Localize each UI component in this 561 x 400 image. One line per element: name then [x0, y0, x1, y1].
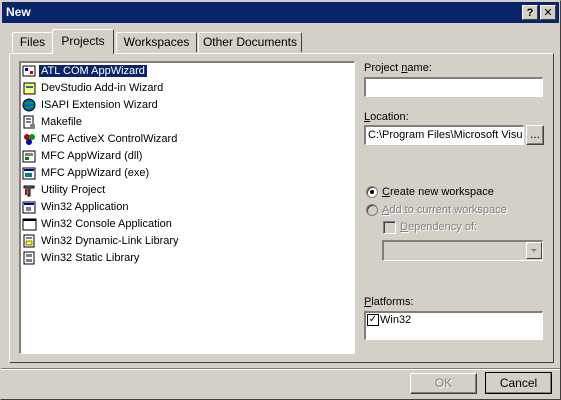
platforms-label: Platforms:: [364, 296, 414, 308]
devstudio-addin-icon: [23, 82, 36, 95]
list-item[interactable]: Win32 Application: [21, 199, 354, 216]
tab-workspaces[interactable]: Workspaces: [116, 32, 197, 52]
location-label: Location:: [364, 111, 409, 123]
browse-button[interactable]: ...: [526, 125, 544, 145]
project-type-list[interactable]: ATL COM AppWizard DevStudio Add-in Wizar…: [19, 61, 355, 354]
win32-app-icon: [22, 201, 36, 214]
close-button[interactable]: ✕: [540, 5, 556, 20]
list-item[interactable]: ATL COM AppWizard: [21, 63, 354, 80]
makefile-icon: [23, 115, 35, 129]
dependency-dropdown[interactable]: [382, 240, 543, 261]
divider: [1, 368, 560, 370]
dependency-label: Dependency of:: [400, 221, 478, 233]
utility-icon: [23, 185, 35, 197]
list-item[interactable]: Makefile: [21, 114, 354, 131]
help-button[interactable]: ?: [522, 5, 538, 20]
new-dialog: New ? ✕ Files Projects Workspaces Other …: [0, 0, 561, 400]
list-item[interactable]: Win32 Console Application: [21, 216, 354, 233]
atl-icon: [22, 65, 36, 77]
list-item[interactable]: ISAPI Extension Wizard: [21, 97, 354, 114]
list-item[interactable]: Win32 Static Library: [21, 250, 354, 267]
add-to-workspace-radio[interactable]: [366, 204, 378, 216]
cancel-button[interactable]: Cancel: [485, 372, 552, 394]
title-bar: New ? ✕: [2, 2, 559, 23]
list-item[interactable]: MFC ActiveX ControlWizard: [21, 131, 354, 148]
isapi-icon: [22, 98, 36, 112]
list-item[interactable]: DevStudio Add-in Wizard: [21, 80, 354, 97]
dependency-checkbox[interactable]: [383, 221, 396, 234]
mfc-dll-icon: [22, 150, 36, 163]
checkmark-icon[interactable]: ✓: [367, 314, 379, 326]
console-icon: [22, 218, 37, 231]
list-item[interactable]: MFC AppWizard (dll): [21, 148, 354, 165]
tab-projects[interactable]: Projects: [52, 29, 114, 54]
static-lib-icon: [23, 251, 35, 265]
window-title: New: [6, 5, 31, 19]
create-new-workspace-radio[interactable]: [366, 186, 378, 198]
mfc-exe-icon: [22, 167, 36, 180]
location-field[interactable]: C:\Program Files\Microsoft Visua: [364, 125, 524, 145]
list-item[interactable]: MFC AppWizard (exe): [21, 165, 354, 182]
project-name-field[interactable]: [364, 77, 543, 97]
tab-files[interactable]: Files: [12, 32, 53, 52]
platforms-list[interactable]: ✓ Win32: [364, 311, 543, 340]
tab-other-documents[interactable]: Other Documents: [198, 32, 302, 52]
create-new-workspace-label: Create new workspace: [382, 186, 494, 198]
chevron-down-icon[interactable]: [526, 242, 542, 259]
add-to-workspace-label: Add to current workspace: [382, 204, 507, 216]
dll-icon: [23, 234, 35, 248]
list-item[interactable]: Utility Project: [21, 182, 354, 199]
ok-button[interactable]: OK: [410, 373, 477, 394]
project-name-label: Project name:: [364, 62, 432, 74]
list-item[interactable]: Win32 Dynamic-Link Library: [21, 233, 354, 250]
activex-icon: [24, 134, 35, 145]
